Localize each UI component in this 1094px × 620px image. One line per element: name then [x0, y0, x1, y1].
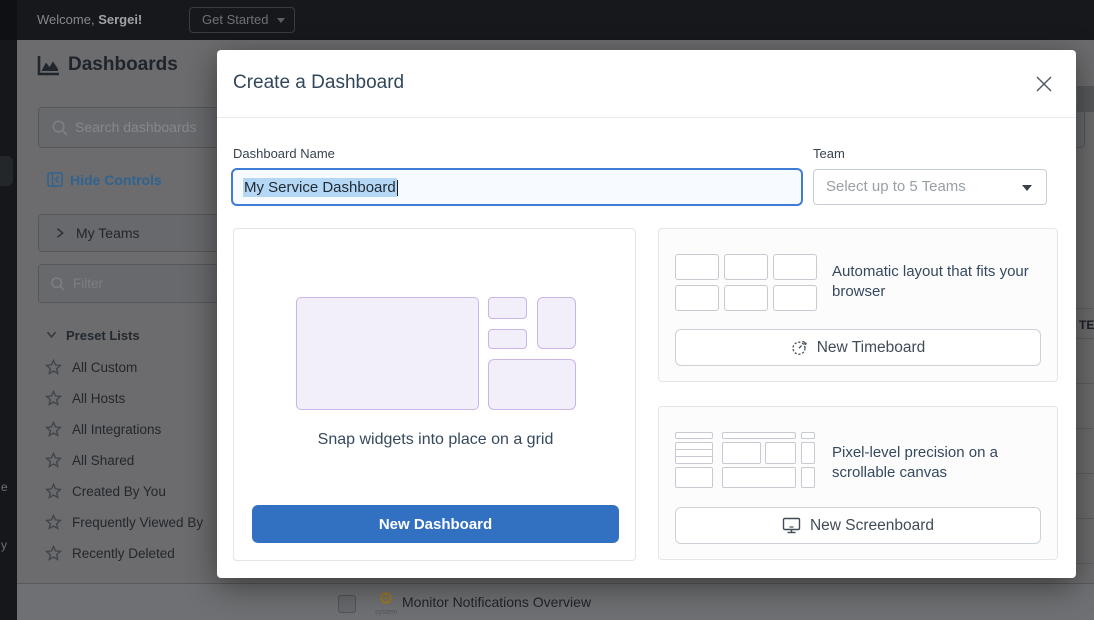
left-nav-strip: e y: [0, 0, 17, 620]
star-icon: [45, 359, 62, 375]
grid-card-caption: Snap widgets into place on a grid: [234, 431, 637, 449]
dashboard-name-label: Dashboard Name: [233, 146, 335, 161]
get-started-button[interactable]: Get Started: [189, 7, 295, 33]
preset-lists-label: Preset Lists: [66, 328, 140, 343]
my-teams-label: My Teams: [76, 225, 140, 241]
divider: [217, 117, 1076, 118]
chevron-right-icon: [53, 226, 67, 240]
team-select-placeholder: Select up to 5 Teams: [826, 178, 966, 195]
preset-lists-header[interactable]: Preset Lists: [45, 328, 140, 343]
dashboard-table-row[interactable]: ⚙ system Monitor Notifications Overview: [17, 583, 1094, 620]
chevron-down-icon: [277, 18, 285, 23]
user-name: Sergei!: [98, 12, 142, 27]
close-icon[interactable]: [1034, 74, 1054, 94]
new-timeboard-button[interactable]: New Timeboard: [675, 329, 1041, 366]
stopwatch-icon: [791, 339, 808, 356]
new-screenboard-label: New Screenboard: [810, 517, 934, 535]
dashboards-icon: [37, 55, 61, 81]
star-icon: [45, 452, 62, 468]
nav-label-fragment: e: [1, 480, 8, 494]
create-dashboard-modal: Create a Dashboard Dashboard Name My Ser…: [217, 50, 1076, 578]
hide-controls-label: Hide Controls: [70, 172, 162, 188]
dashboard-name-value: My Service Dashboard: [243, 178, 397, 197]
star-icon: [45, 483, 62, 499]
nav-label-fragment: y: [1, 538, 7, 552]
page-title: Dashboards: [68, 54, 178, 76]
dashboard-name-input[interactable]: My Service Dashboard: [231, 168, 803, 206]
new-timeboard-label: New Timeboard: [817, 339, 926, 357]
screenboard-layout-illustration: [675, 432, 815, 489]
left-nav-logo-area: [0, 0, 17, 40]
search-icon: [51, 119, 69, 137]
team-label: Team: [813, 146, 845, 161]
modal-title: Create a Dashboard: [233, 72, 404, 94]
search-placeholder: Search dashboards: [75, 119, 196, 135]
system-gear-icon: ⚙: [373, 590, 399, 607]
teams-column-header-fragment: TE: [1079, 318, 1094, 332]
collapse-panel-icon: [47, 172, 63, 187]
text-cursor: [397, 180, 398, 196]
grid-dashboard-card: Snap widgets into place on a grid New Da…: [233, 228, 636, 561]
row-checkbox[interactable]: [338, 595, 356, 613]
timeboard-layout-illustration: [675, 254, 817, 311]
timeboard-caption: Automatic layout that fits your browser: [832, 262, 1050, 301]
screenboard-card: Pixel-level precision on a scrollable ca…: [658, 406, 1058, 560]
star-icon: [45, 514, 62, 530]
search-icon: [50, 276, 66, 292]
dashboard-row-title[interactable]: Monitor Notifications Overview: [402, 594, 591, 610]
active-nav-item-fragment[interactable]: [0, 156, 13, 186]
welcome-text: Welcome, Sergei!: [37, 12, 142, 27]
hide-controls-link[interactable]: Hide Controls: [47, 172, 162, 188]
star-icon: [45, 421, 62, 437]
top-bar: Welcome, Sergei! Get Started: [17, 0, 1094, 40]
timeboard-card: Automatic layout that fits your browser …: [658, 228, 1058, 382]
monitor-icon: [782, 517, 801, 534]
chevron-down-icon: [1022, 185, 1032, 191]
chevron-down-icon: [45, 328, 58, 341]
star-icon: [45, 390, 62, 406]
star-icon: [45, 545, 62, 561]
new-dashboard-button[interactable]: New Dashboard: [252, 505, 619, 543]
filter-placeholder: Filter: [73, 276, 103, 291]
new-screenboard-button[interactable]: New Screenboard: [675, 507, 1041, 544]
table-toolbar-fragment: [1077, 86, 1094, 112]
integration-label: system: [369, 609, 403, 616]
screenboard-caption: Pixel-level precision on a scrollable ca…: [832, 443, 1050, 482]
team-select[interactable]: Select up to 5 Teams: [813, 169, 1047, 205]
